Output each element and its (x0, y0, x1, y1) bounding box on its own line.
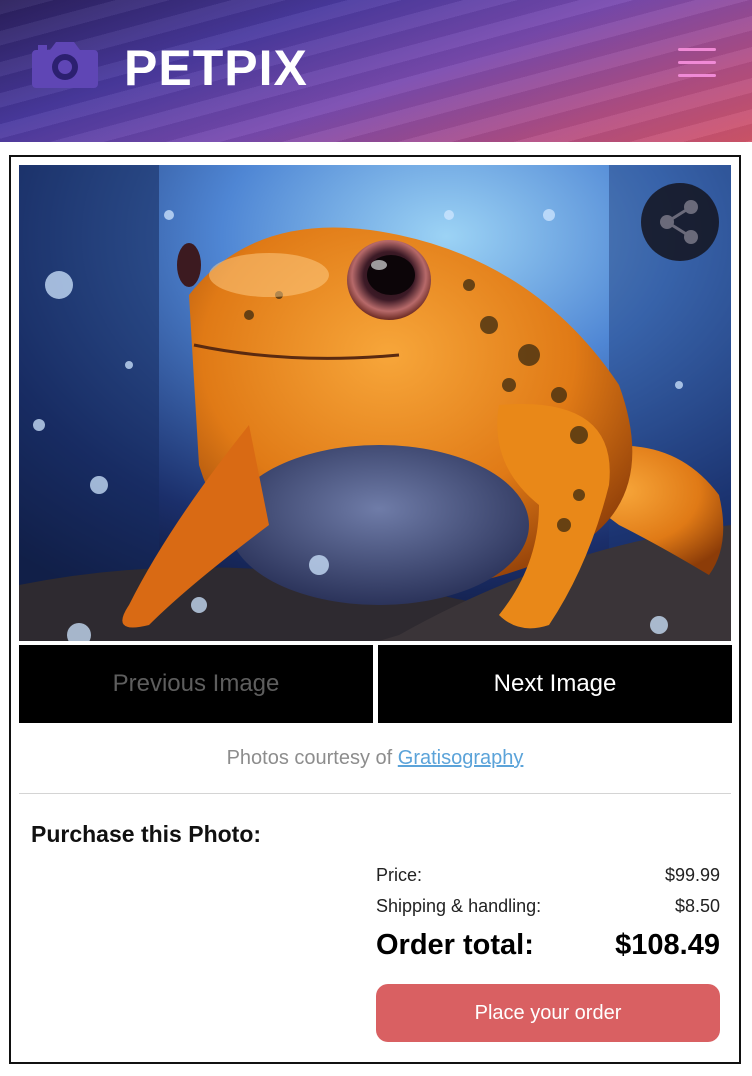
previous-image-button[interactable]: Previous Image (19, 645, 373, 723)
brand-name[interactable]: PETPIX (124, 38, 308, 98)
frog-image (19, 165, 731, 641)
price-label: Price: (376, 865, 423, 885)
image-nav: Previous Image Next Image (19, 645, 732, 723)
shipping-label: Shipping & handling: (376, 896, 542, 916)
frog-photo (19, 165, 731, 641)
share-button[interactable] (641, 183, 719, 261)
hamburger-menu-icon[interactable] (678, 48, 716, 82)
place-order-button[interactable]: Place your order (376, 984, 720, 1042)
price-value: $99.99 (664, 865, 720, 885)
order-total-label: Order total: (376, 929, 534, 961)
credit-text: Photos courtesy of (226, 747, 398, 769)
gratisography-link[interactable]: Gratisography (398, 747, 524, 769)
camera-icon[interactable] (32, 40, 98, 88)
next-image-button[interactable]: Next Image (378, 645, 732, 723)
shipping-row: Shipping & handling: $8.50 (376, 896, 720, 917)
price-row: Price: $99.99 (376, 865, 720, 886)
purchase-title: Purchase this Photo: (31, 821, 262, 847)
site-header: PETPIX (0, 0, 752, 142)
divider (19, 793, 731, 794)
photo-credit: Photos courtesy of Gratisography (11, 747, 739, 770)
order-total-row: Order total: $108.49 (376, 929, 720, 962)
order-total-value: $108.49 (615, 929, 720, 961)
share-icon (660, 200, 698, 244)
photo-card: Previous Image Next Image Photos courtes… (9, 155, 741, 1064)
shipping-value: $8.50 (674, 896, 720, 916)
